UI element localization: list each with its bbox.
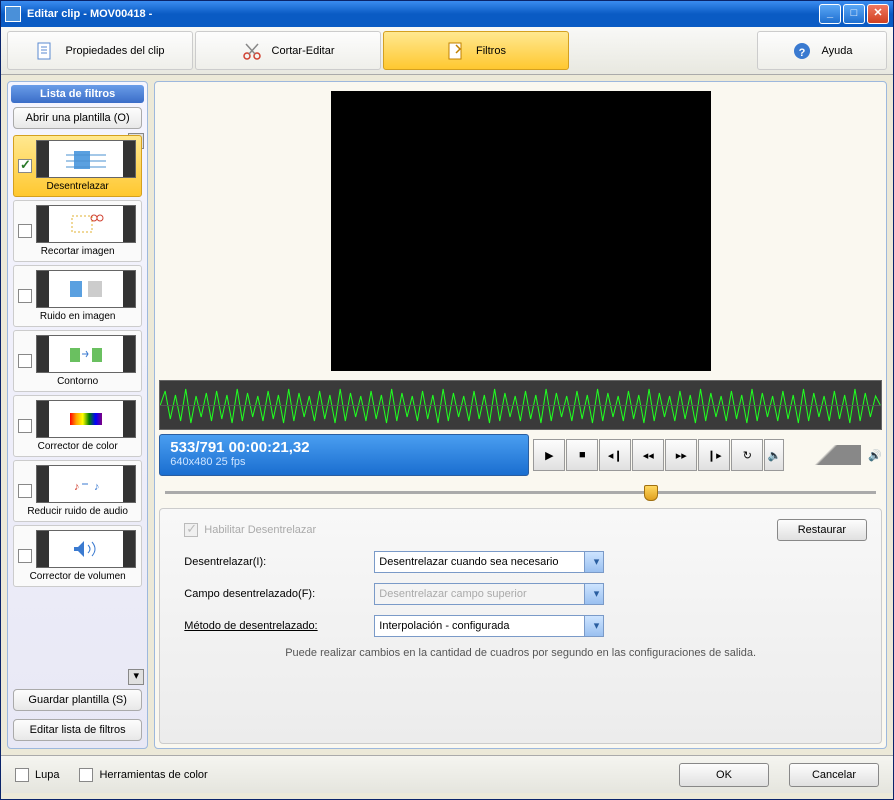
magnifier-checkbox[interactable] — [15, 768, 29, 782]
filter-item-audio-noise[interactable]: ♪♪ Reducir ruido de audio — [13, 460, 142, 522]
setting-label: Campo desentrelazado(F): — [184, 588, 374, 600]
filter-label: Recortar imagen — [41, 246, 115, 257]
app-icon — [5, 6, 21, 22]
sidebar-header: Lista de filtros — [11, 85, 144, 103]
filter-label: Corrector de volumen — [30, 571, 126, 582]
filter-thumb-icon — [36, 530, 136, 568]
filter-thumb-icon — [36, 335, 136, 373]
footer: Lupa Herramientas de color OK Cancelar — [1, 755, 893, 793]
setting-label: Método de desentrelazado: — [184, 620, 374, 632]
filter-settings-panel: Habilitar Desentrelazar Restaurar Desent… — [159, 508, 882, 744]
enable-label: Habilitar Desentrelazar — [204, 524, 316, 536]
filter-item-noise[interactable]: Ruido en imagen — [13, 265, 142, 327]
filter-checkbox[interactable] — [18, 289, 32, 303]
filter-checkbox[interactable] — [18, 224, 32, 238]
filter-checkbox[interactable] — [18, 354, 32, 368]
scissors-icon — [242, 41, 262, 61]
ok-button[interactable]: OK — [679, 763, 769, 787]
magnifier-label: Lupa — [35, 769, 59, 781]
filter-item-color[interactable]: Corrector de color — [13, 395, 142, 457]
close-button[interactable]: ✕ — [867, 4, 889, 24]
filter-checkbox[interactable] — [18, 549, 32, 563]
filter-checkbox[interactable] — [18, 484, 32, 498]
preview-area — [159, 86, 882, 376]
settings-hint: Puede realizar cambios en la cantidad de… — [184, 647, 857, 659]
setting-label: Desentrelazar(I): — [184, 556, 374, 568]
sidebar: Lista de filtros Abrir una plantilla (O)… — [7, 81, 148, 749]
help-icon: ? — [792, 41, 812, 61]
tab-label: Cortar-Editar — [272, 45, 335, 57]
filter-label: Corrector de color — [38, 441, 118, 452]
loop-button[interactable]: ↻ — [731, 439, 763, 471]
timeline[interactable] — [159, 482, 882, 502]
window: Editar clip - MOV00418 - _ □ ✕ Propiedad… — [0, 0, 894, 800]
playback-controls: ▶ ■ ◂❙ ◂◂ ▸▸ ❙▸ ↻ 🔈 🔊 — [533, 434, 882, 476]
main-panel: 533/791 00:00:21,32 640x480 25 fps ▶ ■ ◂… — [154, 81, 887, 749]
svg-text:?: ? — [798, 47, 805, 59]
resolution-fps: 640x480 25 fps — [170, 456, 518, 468]
filter-list: ▴ Desentrelazar Recortar imagen Ruido en… — [11, 133, 144, 685]
playback-info: 533/791 00:00:21,32 640x480 25 fps — [159, 434, 529, 476]
play-button[interactable]: ▶ — [533, 439, 565, 471]
deinterlace-select[interactable]: Desentrelazar cuando sea necesario — [374, 551, 604, 573]
window-title: Editar clip - MOV00418 - — [27, 8, 819, 20]
tab-label: Filtros — [476, 45, 506, 57]
filter-thumb-icon — [36, 140, 136, 178]
filter-thumb-icon: ♪♪ — [36, 465, 136, 503]
titlebar: Editar clip - MOV00418 - _ □ ✕ — [1, 1, 893, 27]
open-template-button[interactable]: Abrir una plantilla (O) — [13, 107, 142, 129]
speaker-icon: 🔊 — [868, 449, 882, 462]
scroll-down-button[interactable]: ▾ — [128, 669, 144, 685]
forward-button[interactable]: ▸▸ — [665, 439, 697, 471]
filter-label: Desentrelazar — [47, 181, 109, 192]
stop-button[interactable]: ■ — [566, 439, 598, 471]
tab-filters[interactable]: Filtros — [383, 31, 569, 70]
save-template-button[interactable]: Guardar plantilla (S) — [13, 689, 142, 711]
volume-slider[interactable] — [791, 445, 861, 465]
toolbar: Propiedades del clip Cortar-Editar Filtr… — [1, 27, 893, 75]
prev-frame-button[interactable]: ◂❙ — [599, 439, 631, 471]
filter-thumb-icon — [36, 270, 136, 308]
video-preview — [331, 91, 711, 371]
field-select: Desentrelazar campo superior — [374, 583, 604, 605]
filter-item-crop[interactable]: Recortar imagen — [13, 200, 142, 262]
filter-label: Ruido en imagen — [40, 311, 116, 322]
color-tools-checkbox[interactable] — [79, 768, 93, 782]
filter-checkbox[interactable] — [18, 159, 32, 173]
maximize-button[interactable]: □ — [843, 4, 865, 24]
filter-label: Contorno — [57, 376, 98, 387]
tab-label: Ayuda — [822, 45, 853, 57]
filter-checkbox[interactable] — [18, 419, 32, 433]
method-select[interactable]: Interpolación - configurada — [374, 615, 604, 637]
timeline-thumb[interactable] — [644, 485, 658, 501]
filter-icon — [446, 41, 466, 61]
enable-checkbox[interactable] — [184, 523, 198, 537]
audio-waveform[interactable] — [159, 380, 882, 430]
edit-filter-list-button[interactable]: Editar lista de filtros — [13, 719, 142, 741]
svg-text:♪: ♪ — [94, 481, 100, 493]
filter-item-volume[interactable]: Corrector de volumen — [13, 525, 142, 587]
rewind-button[interactable]: ◂◂ — [632, 439, 664, 471]
tab-label: Propiedades del clip — [65, 45, 164, 57]
tab-help[interactable]: ? Ayuda — [757, 31, 887, 70]
color-tools-label: Herramientas de color — [99, 769, 207, 781]
filter-item-contour[interactable]: Contorno — [13, 330, 142, 392]
mute-button[interactable]: 🔈 — [764, 439, 784, 471]
next-frame-button[interactable]: ❙▸ — [698, 439, 730, 471]
svg-text:♪: ♪ — [74, 481, 80, 493]
filter-item-deinterlace[interactable]: Desentrelazar — [13, 135, 142, 197]
document-icon — [35, 41, 55, 61]
filter-thumb-icon — [36, 400, 136, 438]
restore-button[interactable]: Restaurar — [777, 519, 867, 541]
cancel-button[interactable]: Cancelar — [789, 763, 879, 787]
frame-time: 533/791 00:00:21,32 — [170, 439, 518, 456]
minimize-button[interactable]: _ — [819, 4, 841, 24]
filter-thumb-icon — [36, 205, 136, 243]
tab-properties[interactable]: Propiedades del clip — [7, 31, 193, 70]
tab-cut-edit[interactable]: Cortar-Editar — [195, 31, 381, 70]
filter-label: Reducir ruido de audio — [27, 506, 128, 517]
